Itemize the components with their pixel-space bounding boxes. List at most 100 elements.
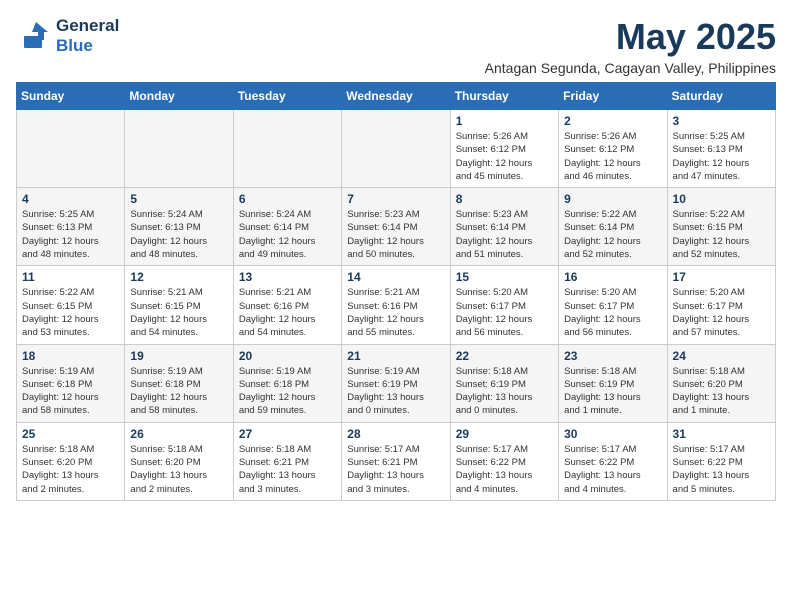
logo: General Blue [16, 16, 119, 56]
day-info: Sunrise: 5:25 AM Sunset: 6:13 PM Dayligh… [673, 130, 770, 183]
day-number: 10 [673, 192, 770, 206]
calendar-cell: 31 Sunrise: 5:17 AM Sunset: 6:22 PM Dayli… [667, 422, 775, 500]
title-area: May 2025 Antagan Segunda, Cagayan Valley… [485, 16, 776, 76]
day-info: Sunrise: 5:17 AM Sunset: 6:22 PM Dayligh… [673, 443, 770, 496]
day-info: Sunrise: 5:21 AM Sunset: 6:16 PM Dayligh… [239, 286, 336, 339]
day-number: 9 [564, 192, 661, 206]
day-info: Sunrise: 5:18 AM Sunset: 6:19 PM Dayligh… [456, 365, 553, 418]
day-info: Sunrise: 5:17 AM Sunset: 6:22 PM Dayligh… [564, 443, 661, 496]
calendar-cell: 24 Sunrise: 5:18 AM Sunset: 6:20 PM Dayli… [667, 344, 775, 422]
day-number: 4 [22, 192, 119, 206]
weekday-header-tuesday: Tuesday [233, 83, 341, 110]
day-number: 27 [239, 427, 336, 441]
calendar-cell: 16Sunrise: 5:20 AM Sunset: 6:17 PM Dayli… [559, 266, 667, 344]
calendar-cell [233, 110, 341, 188]
day-number: 13 [239, 270, 336, 284]
weekday-header-sunday: Sunday [17, 83, 125, 110]
location-subtitle: Antagan Segunda, Cagayan Valley, Philipp… [485, 60, 776, 76]
day-info: Sunrise: 5:18 AM Sunset: 6:20 PM Dayligh… [130, 443, 227, 496]
day-number: 22 [456, 349, 553, 363]
calendar-cell: 21 Sunrise: 5:19 AM Sunset: 6:19 PM Dayli… [342, 344, 450, 422]
weekday-header-wednesday: Wednesday [342, 83, 450, 110]
day-info: Sunrise: 5:22 AM Sunset: 6:15 PM Dayligh… [673, 208, 770, 261]
day-info: Sunrise: 5:20 AM Sunset: 6:17 PM Dayligh… [564, 286, 661, 339]
day-info: Sunrise: 5:23 AM Sunset: 6:14 PM Dayligh… [456, 208, 553, 261]
logo-blue: Blue [56, 36, 93, 55]
day-number: 24 [673, 349, 770, 363]
day-number: 11 [22, 270, 119, 284]
day-number: 28 [347, 427, 444, 441]
day-number: 18 [22, 349, 119, 363]
calendar-cell: 1 Sunrise: 5:26 AM Sunset: 6:12 PM Daylig… [450, 110, 558, 188]
day-info: Sunrise: 5:18 AM Sunset: 6:20 PM Dayligh… [673, 365, 770, 418]
day-number: 2 [564, 114, 661, 128]
calendar-cell: 12 Sunrise: 5:21 AM Sunset: 6:15 PM Dayli… [125, 266, 233, 344]
day-number: 3 [673, 114, 770, 128]
calendar-cell: 5Sunrise: 5:24 AM Sunset: 6:13 PM Daylig… [125, 188, 233, 266]
weekday-header-friday: Friday [559, 83, 667, 110]
day-info: Sunrise: 5:17 AM Sunset: 6:21 PM Dayligh… [347, 443, 444, 496]
day-number: 12 [130, 270, 227, 284]
day-info: Sunrise: 5:18 AM Sunset: 6:19 PM Dayligh… [564, 365, 661, 418]
week-row-3: 11Sunrise: 5:22 AM Sunset: 6:15 PM Dayli… [17, 266, 776, 344]
day-info: Sunrise: 5:19 AM Sunset: 6:18 PM Dayligh… [130, 365, 227, 418]
day-info: Sunrise: 5:24 AM Sunset: 6:14 PM Dayligh… [239, 208, 336, 261]
day-number: 30 [564, 427, 661, 441]
day-number: 6 [239, 192, 336, 206]
calendar-table: SundayMondayTuesdayWednesdayThursdayFrid… [16, 82, 776, 501]
week-row-1: 1 Sunrise: 5:26 AM Sunset: 6:12 PM Daylig… [17, 110, 776, 188]
day-number: 14 [347, 270, 444, 284]
day-info: Sunrise: 5:19 AM Sunset: 6:18 PM Dayligh… [22, 365, 119, 418]
calendar-cell: 20 Sunrise: 5:19 AM Sunset: 6:18 PM Dayli… [233, 344, 341, 422]
day-info: Sunrise: 5:18 AM Sunset: 6:20 PM Dayligh… [22, 443, 119, 496]
day-number: 29 [456, 427, 553, 441]
calendar-cell: 10 Sunrise: 5:22 AM Sunset: 6:15 PM Dayli… [667, 188, 775, 266]
calendar-cell [342, 110, 450, 188]
day-info: Sunrise: 5:20 AM Sunset: 6:17 PM Dayligh… [456, 286, 553, 339]
day-number: 1 [456, 114, 553, 128]
calendar-cell: 25Sunrise: 5:18 AM Sunset: 6:20 PM Dayli… [17, 422, 125, 500]
weekday-header-thursday: Thursday [450, 83, 558, 110]
day-info: Sunrise: 5:21 AM Sunset: 6:15 PM Dayligh… [130, 286, 227, 339]
weekday-header-monday: Monday [125, 83, 233, 110]
day-info: Sunrise: 5:23 AM Sunset: 6:14 PM Dayligh… [347, 208, 444, 261]
calendar-cell [125, 110, 233, 188]
logo-icon [16, 18, 52, 54]
day-number: 31 [673, 427, 770, 441]
day-info: Sunrise: 5:24 AM Sunset: 6:13 PM Dayligh… [130, 208, 227, 261]
week-row-2: 4 Sunrise: 5:25 AM Sunset: 6:13 PM Daylig… [17, 188, 776, 266]
day-number: 15 [456, 270, 553, 284]
day-info: Sunrise: 5:19 AM Sunset: 6:18 PM Dayligh… [239, 365, 336, 418]
day-number: 21 [347, 349, 444, 363]
calendar-cell: 4 Sunrise: 5:25 AM Sunset: 6:13 PM Daylig… [17, 188, 125, 266]
week-row-5: 25Sunrise: 5:18 AM Sunset: 6:20 PM Dayli… [17, 422, 776, 500]
calendar-cell: 29 Sunrise: 5:17 AM Sunset: 6:22 PM Dayli… [450, 422, 558, 500]
calendar-cell: 18 Sunrise: 5:19 AM Sunset: 6:18 PM Dayli… [17, 344, 125, 422]
calendar-cell: 13 Sunrise: 5:21 AM Sunset: 6:16 PM Dayli… [233, 266, 341, 344]
calendar-cell: 8Sunrise: 5:23 AM Sunset: 6:14 PM Daylig… [450, 188, 558, 266]
day-info: Sunrise: 5:26 AM Sunset: 6:12 PM Dayligh… [564, 130, 661, 183]
calendar-cell: 30 Sunrise: 5:17 AM Sunset: 6:22 PM Dayli… [559, 422, 667, 500]
calendar-cell: 14 Sunrise: 5:21 AM Sunset: 6:16 PM Dayli… [342, 266, 450, 344]
day-info: Sunrise: 5:25 AM Sunset: 6:13 PM Dayligh… [22, 208, 119, 261]
calendar-cell: 11Sunrise: 5:22 AM Sunset: 6:15 PM Dayli… [17, 266, 125, 344]
calendar-cell: 7Sunrise: 5:23 AM Sunset: 6:14 PM Daylig… [342, 188, 450, 266]
calendar-cell: 28 Sunrise: 5:17 AM Sunset: 6:21 PM Dayli… [342, 422, 450, 500]
calendar-cell: 15 Sunrise: 5:20 AM Sunset: 6:17 PM Dayli… [450, 266, 558, 344]
calendar-cell: 3 Sunrise: 5:25 AM Sunset: 6:13 PM Daylig… [667, 110, 775, 188]
calendar-cell: 6 Sunrise: 5:24 AM Sunset: 6:14 PM Daylig… [233, 188, 341, 266]
calendar-cell: 26 Sunrise: 5:18 AM Sunset: 6:20 PM Dayli… [125, 422, 233, 500]
calendar-cell: 19 Sunrise: 5:19 AM Sunset: 6:18 PM Dayli… [125, 344, 233, 422]
day-info: Sunrise: 5:17 AM Sunset: 6:22 PM Dayligh… [456, 443, 553, 496]
day-info: Sunrise: 5:20 AM Sunset: 6:17 PM Dayligh… [673, 286, 770, 339]
day-number: 20 [239, 349, 336, 363]
page-header: General Blue May 2025 Antagan Segunda, C… [16, 16, 776, 76]
day-info: Sunrise: 5:21 AM Sunset: 6:16 PM Dayligh… [347, 286, 444, 339]
day-number: 23 [564, 349, 661, 363]
calendar-cell: 9Sunrise: 5:22 AM Sunset: 6:14 PM Daylig… [559, 188, 667, 266]
day-info: Sunrise: 5:19 AM Sunset: 6:19 PM Dayligh… [347, 365, 444, 418]
day-number: 26 [130, 427, 227, 441]
day-info: Sunrise: 5:26 AM Sunset: 6:12 PM Dayligh… [456, 130, 553, 183]
day-number: 19 [130, 349, 227, 363]
calendar-cell: 27Sunrise: 5:18 AM Sunset: 6:21 PM Dayli… [233, 422, 341, 500]
